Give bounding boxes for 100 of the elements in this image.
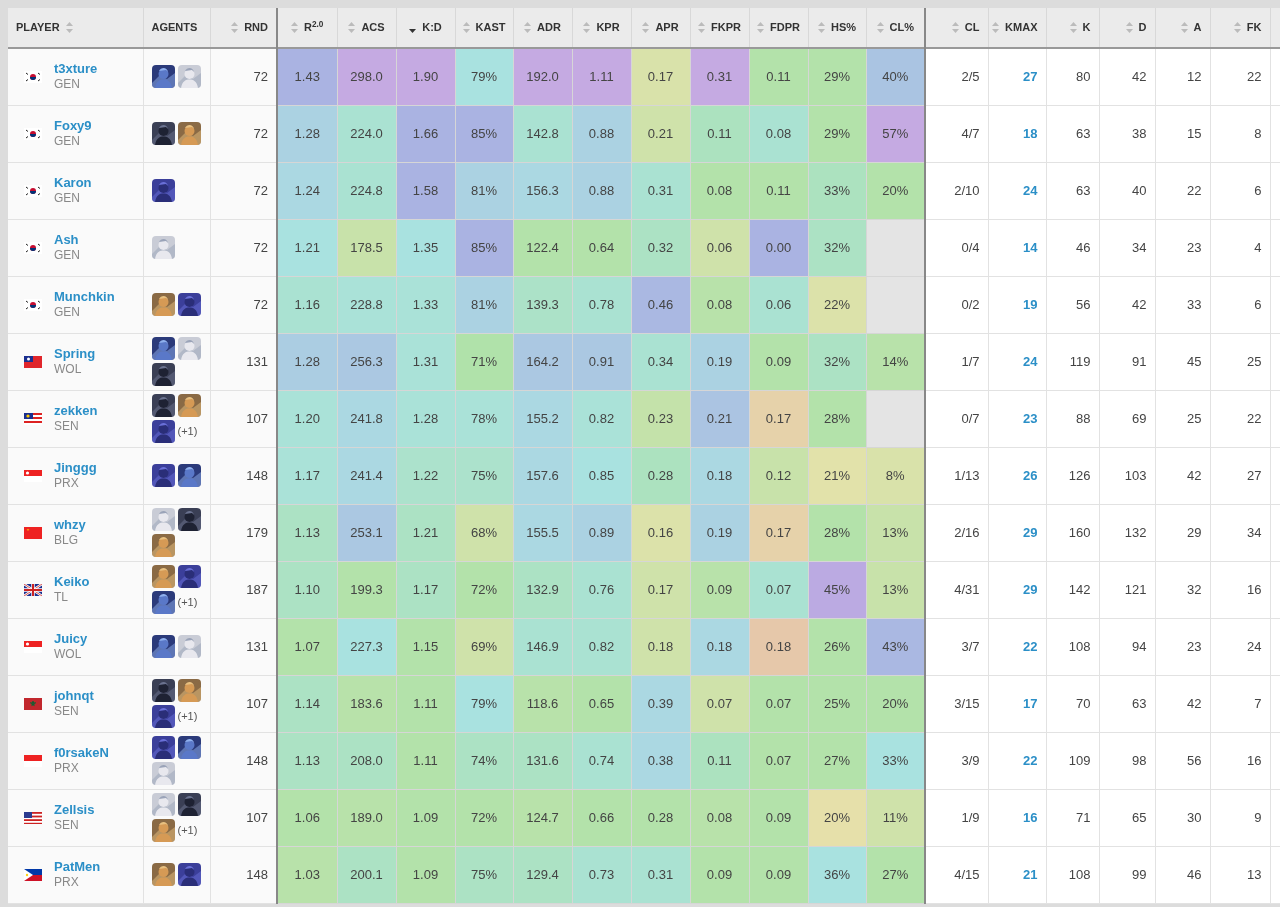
column-header[interactable]: CL [925, 8, 988, 48]
column-header[interactable]: FK [1210, 8, 1270, 48]
column-header[interactable]: D [1099, 8, 1155, 48]
player-link[interactable]: Foxy9 [54, 117, 92, 135]
stat-cell: 75% [455, 447, 513, 504]
table-cell: 126 [1046, 447, 1099, 504]
column-header[interactable]: ACS [337, 8, 396, 48]
stat-cell: 122.4 [513, 219, 572, 276]
column-header[interactable]: KMAX [988, 8, 1046, 48]
stat-cell: 224.0 [337, 105, 396, 162]
table-cell: 148 [210, 447, 277, 504]
column-header[interactable]: R$^{2.0}$ [277, 8, 337, 48]
stat-cell: 21% [808, 447, 866, 504]
stat-cell: 1.90 [396, 48, 455, 105]
column-header[interactable]: KPR [572, 8, 631, 48]
stat-cell: 256.3 [337, 333, 396, 390]
table-cell: 16 [1210, 732, 1270, 789]
stat-cell: 81% [455, 162, 513, 219]
column-header[interactable]: APR [631, 8, 690, 48]
table-cell: 160 [1046, 504, 1099, 561]
stat-cell: 0.28 [631, 789, 690, 846]
stat-cell: 0.11 [690, 732, 749, 789]
column-header[interactable]: K:D [396, 8, 455, 48]
table-cell: 2/10 [925, 162, 988, 219]
table-cell: 33 [1155, 276, 1210, 333]
stat-cell: 0.66 [572, 789, 631, 846]
team-name: TL [54, 590, 69, 606]
table-cell: 27 [1210, 447, 1270, 504]
stat-cell: 0.09 [749, 846, 808, 903]
table-cell: 22 [988, 732, 1046, 789]
column-header[interactable]: ADR [513, 8, 572, 48]
stat-cell: 33% [866, 732, 925, 789]
stat-cell: 0.88 [572, 162, 631, 219]
stat-cell: 241.8 [337, 390, 396, 447]
team-name: WOL [54, 647, 83, 663]
table-cell: 16 [988, 789, 1046, 846]
table-cell: 103 [1099, 447, 1155, 504]
column-header[interactable]: KAST [455, 8, 513, 48]
stat-cell: 0.07 [749, 561, 808, 618]
stat-cell: 13% [866, 504, 925, 561]
table-cell: 9 [1210, 789, 1270, 846]
stat-cell: 0.08 [690, 162, 749, 219]
player-link[interactable]: Zellsis [54, 801, 95, 819]
column-header[interactable]: HS% [808, 8, 866, 48]
table-cell: 21 [988, 846, 1046, 903]
stat-cell: 1.11 [396, 675, 455, 732]
stat-cell: 14% [866, 333, 925, 390]
table-cell: 4 [1210, 219, 1270, 276]
stat-cell: 0.17 [749, 504, 808, 561]
table-cell: 148 [210, 732, 277, 789]
stat-cell: 164.2 [513, 333, 572, 390]
stat-cell: 1.17 [396, 561, 455, 618]
table-cell: 91 [1099, 333, 1155, 390]
stat-cell: 8% [866, 447, 925, 504]
table-cell: 23 [1155, 618, 1210, 675]
player-link[interactable]: Juicy [54, 630, 88, 648]
table-cell: 3/7 [925, 618, 988, 675]
column-header[interactable]: RND [210, 8, 277, 48]
table-cell: 94 [1099, 618, 1155, 675]
table-cell: 131 [210, 333, 277, 390]
stat-cell: 0.08 [690, 789, 749, 846]
table-cell: 14 [988, 219, 1046, 276]
table-cell: 8 [1210, 105, 1270, 162]
table-cell: 63 [1099, 675, 1155, 732]
stat-cell: 0.73 [572, 846, 631, 903]
table-cell: 46 [1046, 219, 1099, 276]
table-cell: 132 [1099, 504, 1155, 561]
column-header[interactable]: FDPR [749, 8, 808, 48]
stat-cell: 1.16 [277, 276, 337, 333]
stat-cell: 0.18 [631, 618, 690, 675]
stat-cell: 253.1 [337, 504, 396, 561]
column-header[interactable]: A [1155, 8, 1210, 48]
stat-cell: 0.18 [749, 618, 808, 675]
table-cell: 42 [1099, 48, 1155, 105]
column-header[interactable]: PLAYER [8, 8, 143, 48]
stat-cell: 1.31 [396, 333, 455, 390]
column-header[interactable]: CL% [866, 8, 925, 48]
stat-cell: 0.23 [631, 390, 690, 447]
stat-cell: 0.78 [572, 276, 631, 333]
stat-cell: 0.16 [631, 504, 690, 561]
table-cell: 4/7 [925, 105, 988, 162]
table-cell: 108 [1046, 618, 1099, 675]
stat-cell: 0.08 [690, 276, 749, 333]
table-cell: 107 [210, 390, 277, 447]
column-header[interactable]: FKPR [690, 8, 749, 48]
table-cell: 46 [1155, 846, 1210, 903]
table-cell: 72 [210, 162, 277, 219]
table-cell: 80 [1046, 48, 1099, 105]
stat-cell: 0.09 [690, 561, 749, 618]
stat-cell: 20% [866, 675, 925, 732]
column-header[interactable]: K [1046, 8, 1099, 48]
stat-cell: 1.24 [277, 162, 337, 219]
table-cell: 3/9 [925, 732, 988, 789]
stat-cell: 28% [808, 504, 866, 561]
stat-cell: 25% [808, 675, 866, 732]
player-link[interactable]: Keiko [54, 573, 90, 591]
stat-cell: 1.43 [277, 48, 337, 105]
stat-cell: 132.9 [513, 561, 572, 618]
stat-cell: 1.66 [396, 105, 455, 162]
table-cell: 72 [210, 276, 277, 333]
